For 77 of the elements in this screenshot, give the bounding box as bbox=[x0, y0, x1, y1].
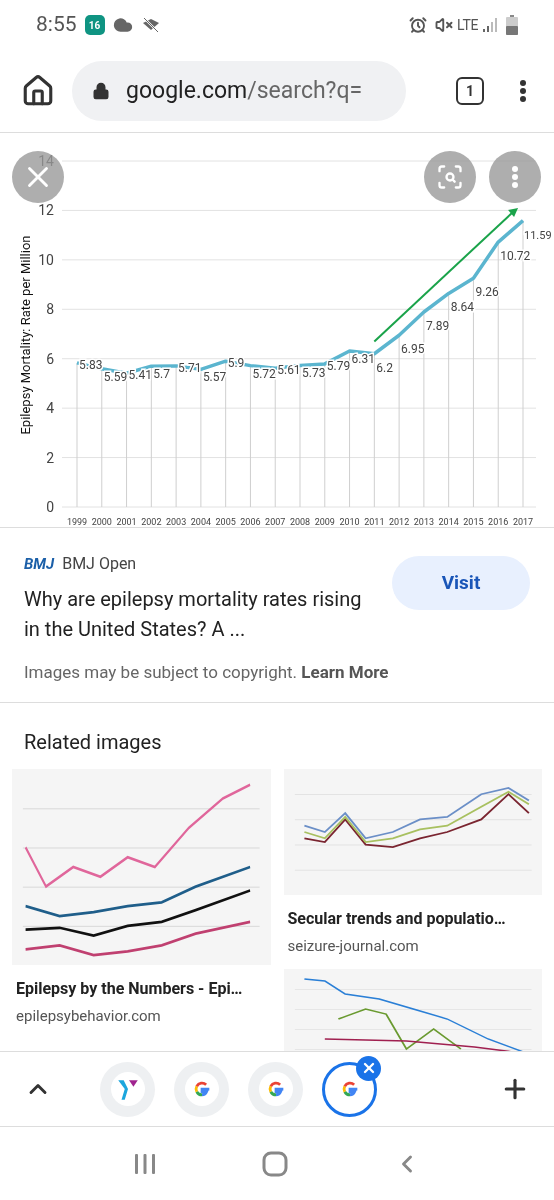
related-image-card[interactable]: Secular trends and populatio… seizure-journal.com bbox=[283, 768, 542, 957]
image-source: seizure-journal.com bbox=[286, 935, 420, 957]
section-heading: Related images bbox=[23, 728, 163, 756]
image-title: Epilepsy by the Numbers - Epi… bbox=[15, 977, 244, 1000]
data-label: 5.7 bbox=[153, 367, 170, 382]
y-tick-label: 8 bbox=[46, 301, 54, 318]
data-label: 8.64 bbox=[450, 300, 475, 315]
x-tick-label: 2009 bbox=[314, 517, 335, 527]
mute-icon bbox=[435, 16, 454, 34]
data-label: 5.41 bbox=[128, 368, 152, 383]
lock-icon bbox=[92, 82, 110, 100]
x-tick-label: 2002 bbox=[141, 517, 162, 527]
data-label: 5.57 bbox=[202, 370, 227, 385]
x-tick-label: 2012 bbox=[389, 517, 410, 527]
data-label: 5.73 bbox=[302, 366, 326, 381]
signal-icon bbox=[482, 17, 498, 33]
cloud-icon bbox=[112, 15, 133, 35]
x-tick-label: 2017 bbox=[512, 517, 534, 527]
x-tick-label: 1999 bbox=[66, 517, 88, 527]
data-label: 5.72 bbox=[252, 366, 276, 381]
x-tick-label: 2000 bbox=[91, 517, 112, 527]
address-bar[interactable]: google.com/search?q= bbox=[72, 61, 406, 121]
x-tick-label: 2006 bbox=[240, 517, 261, 527]
source-name: BMJ Open bbox=[62, 553, 137, 575]
y-axis-title: Epilepsy Mortality: Rate per Million bbox=[18, 235, 33, 435]
y-tick-label: 2 bbox=[46, 449, 54, 466]
alarm-icon bbox=[409, 16, 428, 34]
x-tick-label: 2010 bbox=[339, 517, 360, 527]
visit-button[interactable]: Visit bbox=[392, 556, 530, 610]
related-image-card[interactable]: Epilepsy by the Numbers - Epi… epilepsybehavior.com bbox=[12, 768, 271, 1027]
url-host: google.com bbox=[126, 75, 248, 106]
y-tick-label: 10 bbox=[38, 251, 54, 268]
x-tick-label: 2004 bbox=[190, 517, 211, 527]
copyright-notice: Images may be subject to copyright. bbox=[24, 662, 298, 682]
close-tab-icon[interactable] bbox=[356, 1055, 381, 1081]
x-tick-label: 2014 bbox=[438, 517, 459, 527]
source-logo: BMJ bbox=[24, 553, 55, 575]
battery-icon bbox=[506, 15, 518, 35]
tab-count-button[interactable]: 1 bbox=[456, 77, 484, 105]
recent-apps-icon[interactable] bbox=[132, 1151, 157, 1176]
network-type: LTE bbox=[457, 15, 478, 35]
data-label: 10.72 bbox=[500, 249, 531, 264]
data-label: 9.26 bbox=[475, 285, 499, 300]
x-tick-label: 2013 bbox=[413, 517, 434, 527]
lens-icon bbox=[436, 163, 464, 191]
image-source: epilepsybehavior.com bbox=[15, 1005, 162, 1027]
data-label: 6.2 bbox=[376, 360, 393, 375]
clock-time: 8:55 bbox=[36, 11, 77, 39]
slashed-tag-icon bbox=[140, 17, 161, 33]
x-tick-label: 2015 bbox=[463, 517, 484, 527]
more-icon bbox=[512, 166, 518, 188]
y-tick-label: 4 bbox=[46, 400, 54, 417]
x-tick-label: 2005 bbox=[215, 517, 236, 527]
url-path: /search?q= bbox=[247, 75, 363, 106]
data-label: 6.31 bbox=[351, 352, 375, 367]
y-tick-label: 12 bbox=[38, 202, 54, 219]
data-label: 5.9 bbox=[227, 356, 245, 371]
data-label: 5.59 bbox=[103, 369, 128, 384]
data-label: 6.95 bbox=[401, 342, 425, 357]
x-tick-label: 2016 bbox=[488, 517, 509, 527]
result-title: Why are epilepsy mortality rates rising in the United States? A ... bbox=[24, 586, 363, 643]
x-tick-label: 2008 bbox=[289, 517, 311, 527]
data-label: 5.79 bbox=[326, 358, 351, 373]
data-label: 11.59 bbox=[524, 228, 552, 242]
calendar-icon: 16 bbox=[84, 15, 105, 35]
data-label: 7.89 bbox=[425, 319, 450, 333]
learn-more-link[interactable]: Learn More bbox=[301, 662, 389, 682]
x-tick-label: 2011 bbox=[364, 517, 385, 527]
menu-button[interactable] bbox=[520, 80, 526, 102]
y-tick-label: 6 bbox=[46, 350, 54, 367]
x-tick-label: 2003 bbox=[166, 517, 187, 527]
x-tick-label: 2007 bbox=[265, 517, 286, 527]
x-tick-label: 2001 bbox=[116, 517, 137, 527]
y-tick-label: 0 bbox=[46, 499, 54, 515]
home-nav-icon[interactable] bbox=[262, 1150, 288, 1177]
image-title: Secular trends and populatio… bbox=[286, 907, 507, 930]
more-icon bbox=[520, 80, 526, 102]
